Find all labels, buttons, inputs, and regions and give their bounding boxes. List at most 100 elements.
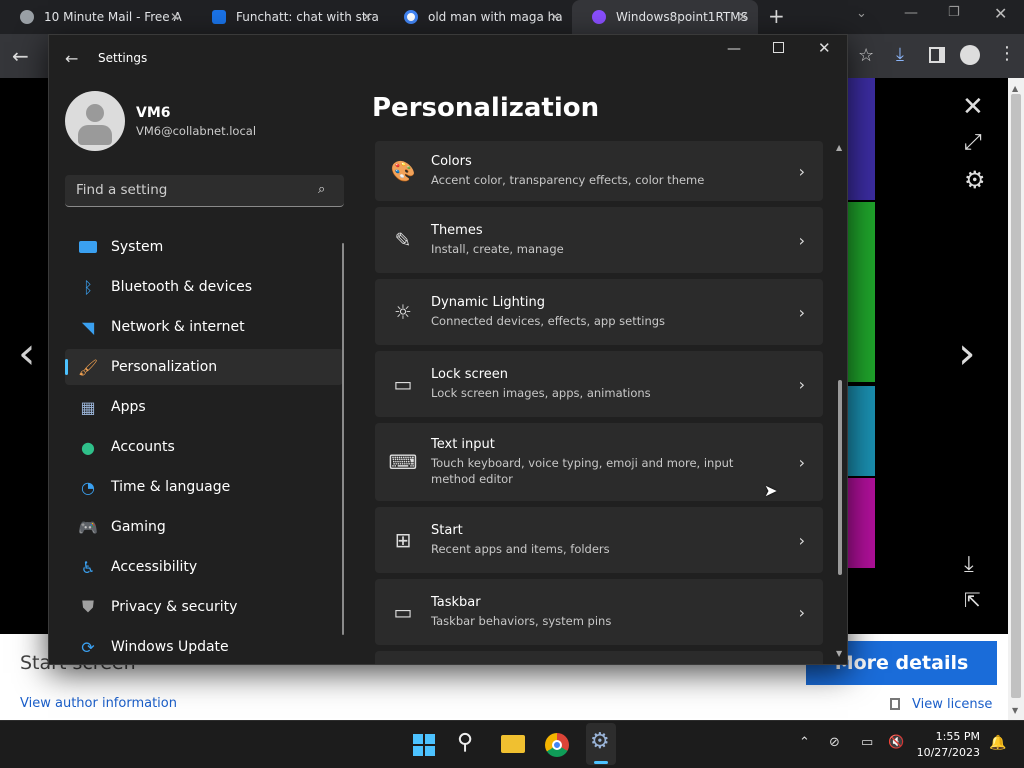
close-tab-icon[interactable]: ✕	[738, 10, 748, 24]
browser-tab[interactable]: old man with maga ha ✕	[384, 0, 570, 34]
close-window-icon[interactable]: ✕	[994, 4, 1007, 23]
brush-icon: 🖌	[77, 357, 99, 377]
back-arrow-icon[interactable]: ←	[12, 44, 29, 68]
restore-icon[interactable]: ❐	[948, 5, 960, 20]
next-arrow-icon[interactable]: ›	[958, 328, 976, 379]
person-icon: ●	[81, 437, 95, 457]
license-icon	[890, 698, 900, 710]
settings-back-icon[interactable]: ←	[65, 49, 78, 68]
close-tab-icon[interactable]: ✕	[550, 10, 560, 24]
browser-tab[interactable]: 10 Minute Mail - Free A ✕	[0, 0, 190, 34]
search-input[interactable]: Find a setting ⌕	[65, 175, 344, 207]
taskbar: ⚲ ⚙ ⌃ ⊘ ▭ 🔇 1:55 PM 10/27/2023 🔔	[0, 720, 1024, 768]
sidebar-item-accounts[interactable]: ● Accounts	[65, 429, 343, 465]
browser-tab-active[interactable]: Windows8point1RTMS ✕	[572, 0, 758, 34]
tile-magenta	[848, 478, 875, 568]
sidebar-item-time-language[interactable]: ◔ Time & language	[65, 469, 343, 505]
expand-icon[interactable]: ⤢	[964, 130, 982, 155]
card-dynamic-lighting[interactable]: ☼ Dynamic Lighting Connected devices, eff…	[375, 279, 823, 345]
gamepad-icon: 🎮	[78, 517, 98, 537]
user-name: VM6	[136, 105, 171, 121]
volume-muted-icon[interactable]: 🔇	[888, 735, 904, 750]
gear-icon: ⚙	[590, 729, 610, 754]
menu-icon[interactable]: ⋮	[998, 43, 1016, 64]
brush-icon: ✎	[394, 228, 412, 252]
chevron-right-icon: ›	[798, 161, 805, 181]
notification-bell-icon[interactable]: 🔔	[989, 735, 1006, 751]
chrome-icon[interactable]	[545, 733, 569, 757]
previous-arrow-icon[interactable]: ‹	[18, 328, 36, 379]
gear-icon[interactable]: ⚙	[964, 166, 986, 194]
content-scroll-down-icon[interactable]: ▼	[836, 649, 842, 658]
new-tab-button[interactable]: +	[768, 4, 785, 28]
user-email: VM6@collabnet.local	[136, 124, 257, 138]
display-icon[interactable]: ▭	[861, 735, 873, 750]
file-explorer-icon[interactable]	[501, 735, 525, 753]
chevron-right-icon: ›	[798, 602, 805, 622]
nav-scrollbar[interactable]	[342, 243, 344, 635]
browser-tab-bar: 10 Minute Mail - Free A ✕ Funchatt: chat…	[0, 0, 1024, 34]
card-colors[interactable]: 🎨 Colors Accent color, transparency effec…	[375, 141, 823, 201]
minimize-icon[interactable]: —	[904, 5, 918, 21]
scroll-up-icon[interactable]: ▲	[1012, 84, 1018, 93]
selection-indicator	[65, 359, 68, 375]
share-icon[interactable]: ⇱	[964, 588, 981, 612]
lighting-icon: ☼	[394, 300, 412, 324]
chevron-right-icon: ›	[798, 452, 805, 472]
chevron-up-icon[interactable]: ⌃	[799, 735, 810, 750]
sidebar-item-personalization[interactable]: 🖌 Personalization	[65, 349, 343, 385]
update-icon: ⟳	[81, 637, 95, 657]
settings-close-icon[interactable]: ✕	[818, 39, 831, 57]
sidebar-item-apps[interactable]: ▦ Apps	[65, 389, 343, 425]
card-themes[interactable]: ✎ Themes Install, create, manage ›	[375, 207, 823, 273]
profile-icon[interactable]	[960, 45, 980, 65]
settings-minimize-icon[interactable]: —	[727, 41, 741, 57]
sidebar-item-accessibility[interactable]: ♿ Accessibility	[65, 549, 343, 585]
network-off-icon[interactable]: ⊘	[829, 735, 840, 750]
chevron-right-icon: ›	[798, 374, 805, 394]
card-next[interactable]	[375, 651, 823, 664]
browser-tab[interactable]: Funchatt: chat with stra ✕	[192, 0, 382, 34]
content-scrollbar-thumb[interactable]	[838, 380, 842, 575]
u-logo-icon	[212, 10, 226, 24]
chevron-right-icon: ›	[798, 302, 805, 322]
sidebar-item-bluetooth[interactable]: ᛒ Bluetooth & devices	[65, 269, 343, 305]
windows-start-icon[interactable]	[413, 734, 435, 756]
close-tab-icon[interactable]: ✕	[362, 10, 372, 24]
clock-time[interactable]: 1:55 PM	[918, 730, 980, 743]
keyboard-icon: ⌨	[388, 450, 418, 474]
download-icon[interactable]: ⤓	[896, 44, 904, 65]
accessibility-icon: ♿	[80, 557, 96, 577]
sidebar-item-gaming[interactable]: 🎮 Gaming	[65, 509, 343, 545]
card-taskbar[interactable]: ▭ Taskbar Taskbar behaviors, system pins …	[375, 579, 823, 645]
card-lock-screen[interactable]: ▭ Lock screen Lock screen images, apps, a…	[375, 351, 823, 417]
clock-date[interactable]: 10/27/2023	[910, 746, 980, 759]
settings-taskbar-button[interactable]: ⚙	[586, 723, 616, 765]
card-text-input[interactable]: ⌨ Text input Touch keyboard, voice typing…	[375, 423, 823, 501]
search-taskbar-icon[interactable]: ⚲	[457, 730, 473, 755]
sidebar-item-windows-update[interactable]: ⟳ Windows Update	[65, 629, 343, 664]
monitor-icon	[77, 236, 99, 258]
scrollbar-thumb[interactable]	[1011, 94, 1021, 698]
author-link[interactable]: View author information	[20, 696, 177, 711]
close-tab-icon[interactable]: ✕	[170, 10, 180, 24]
avatar-head	[86, 104, 104, 122]
avatar[interactable]	[65, 91, 125, 151]
lock-screen-icon: ▭	[393, 372, 413, 396]
close-viewer-icon[interactable]: ✕	[962, 92, 984, 122]
chevron-right-icon: ›	[798, 530, 805, 550]
tab-search-icon[interactable]: ⌄	[856, 6, 867, 21]
scroll-down-icon[interactable]: ▼	[1012, 706, 1018, 715]
star-icon[interactable]: ☆	[858, 45, 874, 66]
license-link[interactable]: View license	[912, 697, 992, 712]
side-panel-icon[interactable]	[929, 47, 945, 63]
download-image-icon[interactable]: ⤓	[964, 552, 974, 577]
card-start[interactable]: ⊞ Start Recent apps and items, folders ›	[375, 507, 823, 573]
page-scrollbar[interactable]: ▲ ▼	[1008, 78, 1024, 720]
bluetooth-icon: ᛒ	[83, 277, 93, 297]
sidebar-item-network[interactable]: ◥ Network & internet	[65, 309, 343, 345]
settings-maximize-icon[interactable]	[773, 42, 784, 53]
content-scroll-up-icon[interactable]: ▲	[836, 143, 842, 152]
sidebar-item-system[interactable]: System	[65, 229, 343, 265]
sidebar-item-privacy[interactable]: ⛊ Privacy & security	[65, 589, 343, 625]
